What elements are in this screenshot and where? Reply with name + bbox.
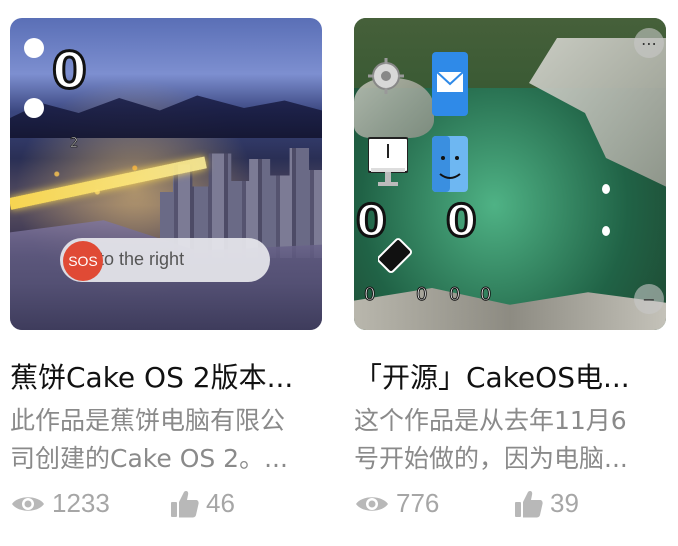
eye-icon bbox=[12, 496, 44, 511]
work-description: 此作品是蕉饼电脑有限公 司创建的Cake OS 2。... bbox=[10, 402, 330, 478]
view-count: 1233 bbox=[10, 488, 110, 519]
view-count-value: 1233 bbox=[52, 488, 110, 518]
mail-icon[interactable] bbox=[432, 52, 468, 116]
work-thumbnail[interactable]: 0 0 0 0 0 0 ⋯ − bbox=[354, 18, 666, 330]
work-stats: 1233 46 bbox=[10, 488, 330, 528]
like-count-value: 39 bbox=[550, 488, 579, 518]
more-menu-button[interactable]: ⋯ bbox=[634, 28, 664, 58]
counter-digit: 0 bbox=[415, 284, 428, 306]
counter-digit: 0 bbox=[479, 284, 492, 306]
battery-icon bbox=[378, 238, 413, 274]
work-description: 这个作品是从去年11月6 号开始做的，因为电脑... bbox=[354, 402, 674, 478]
thumbs-up-icon[interactable] bbox=[514, 489, 544, 519]
like-count[interactable]: 39 bbox=[514, 488, 579, 519]
indicator-dot bbox=[602, 184, 610, 194]
work-card[interactable]: 0 2 ide to the right SOS 蕉饼Cake OS 2版本..… bbox=[0, 0, 330, 546]
view-count-value: 776 bbox=[396, 488, 440, 518]
thumbs-up-icon[interactable] bbox=[170, 489, 200, 519]
finder-icon[interactable] bbox=[432, 136, 468, 192]
minus-button[interactable]: − bbox=[634, 284, 664, 314]
indicator-dot bbox=[24, 98, 44, 118]
work-thumbnail[interactable]: 0 2 ide to the right SOS bbox=[10, 18, 322, 330]
small-number: 2 bbox=[70, 136, 79, 152]
computer-icon[interactable] bbox=[368, 136, 408, 190]
indicator-dot bbox=[602, 226, 610, 236]
like-count[interactable]: 46 bbox=[170, 488, 235, 519]
work-stats: 776 39 bbox=[354, 488, 674, 528]
clock-digit: 0 bbox=[51, 42, 89, 100]
like-count-value: 46 bbox=[206, 488, 235, 518]
description-line: 司创建的Cake OS 2。... bbox=[10, 444, 288, 473]
clock-digit: 0 bbox=[445, 196, 479, 247]
description-line: 此作品是蕉饼电脑有限公 bbox=[10, 406, 286, 435]
description-line: 这个作品是从去年11月6 bbox=[354, 406, 627, 435]
description-line: 号开始做的，因为电脑... bbox=[354, 444, 628, 473]
indicator-dot bbox=[24, 38, 44, 58]
work-title[interactable]: 蕉饼Cake OS 2版本... bbox=[10, 356, 330, 396]
work-card[interactable]: 0 0 0 0 0 0 ⋯ − 「开源」CakeOS电... 这个作品是从去年1… bbox=[344, 0, 674, 546]
work-title[interactable]: 「开源」CakeOS电... bbox=[354, 356, 674, 396]
settings-gear-icon[interactable] bbox=[368, 56, 404, 96]
eye-icon bbox=[356, 496, 388, 511]
counter-digit: 0 bbox=[448, 284, 461, 306]
view-count: 776 bbox=[354, 488, 439, 519]
sos-button[interactable]: SOS bbox=[63, 241, 103, 281]
counter-digit: 0 bbox=[363, 284, 376, 306]
